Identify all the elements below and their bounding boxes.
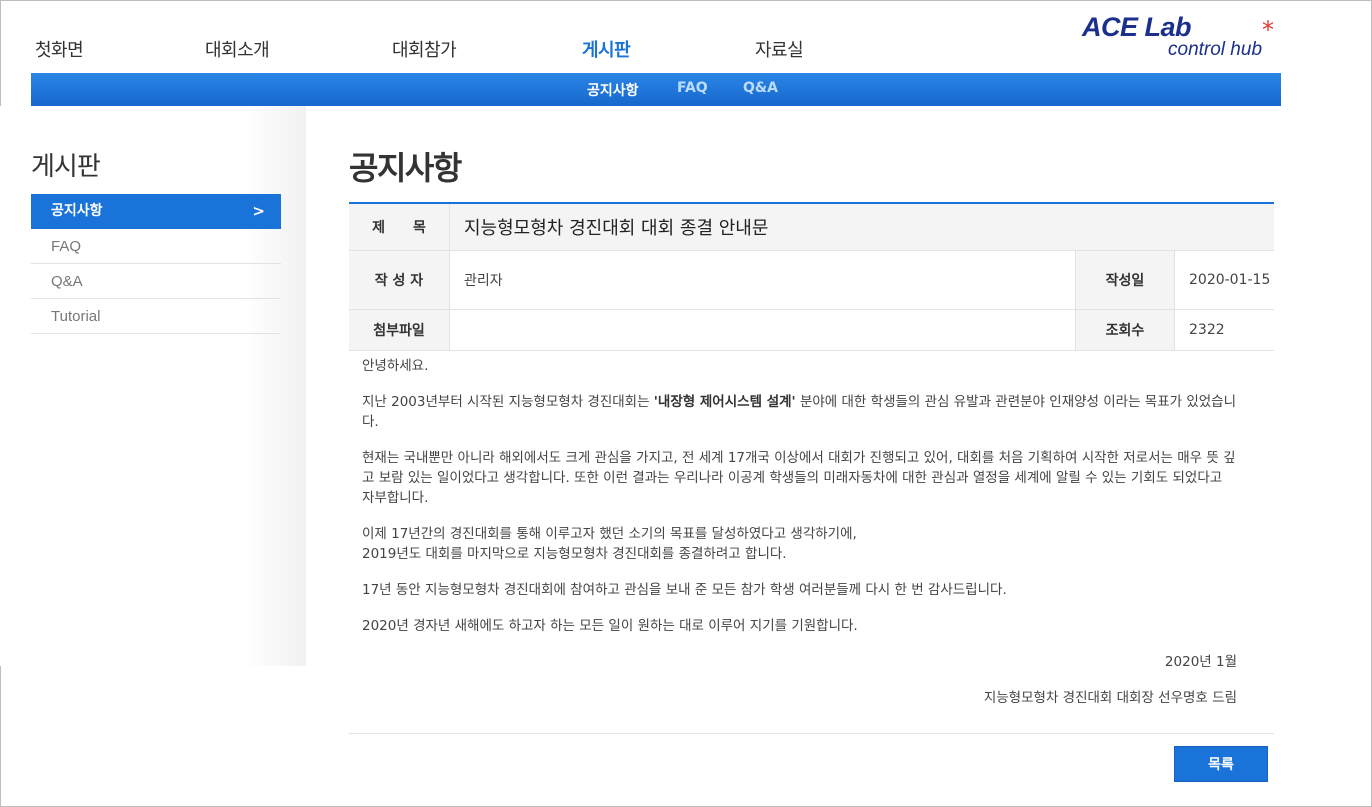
sidebar-item-notice[interactable]: 공지사항 > [31, 194, 281, 229]
date-label: 작성일 [1075, 251, 1175, 309]
body-text: 지난 2003년부터 시작된 지능형모형차 경진대회는 [362, 394, 654, 410]
subnav-item-faq[interactable]: FAQ [677, 80, 708, 96]
sub-nav-bar: 공지사항 FAQ Q&A [31, 73, 1281, 106]
body-emphasis: '내장형 제어시스템 설계' [653, 394, 796, 410]
global-nav: 첫화면 대회소개 대회참가 게시판 자료실 ACE Lab control hu… [0, 0, 1372, 73]
attachment-label: 첨부파일 [349, 310, 450, 350]
body-paragraph: 지난 2003년부터 시작된 지능형모형차 경진대회는 '내장형 제어시스템 설… [362, 392, 1237, 432]
sidebar-item-tutorial[interactable]: Tutorial [31, 299, 281, 334]
subnav-item-qna[interactable]: Q&A [743, 80, 778, 96]
sidebar-item-qna[interactable]: Q&A [31, 264, 281, 299]
nav-item-about[interactable]: 대회소개 [205, 36, 270, 62]
divider [349, 733, 1274, 734]
post-views: 2322 [1189, 322, 1225, 338]
page-title: 공지사항 [349, 149, 462, 187]
sidebar-menu: 공지사항 > FAQ Q&A Tutorial [31, 194, 281, 334]
subject-label: 제 목 [349, 204, 450, 250]
attachment-value [450, 310, 1075, 350]
author-label: 작 성 자 [349, 251, 450, 309]
sidebar-background [0, 106, 306, 666]
body-paragraph: 2020년 경자년 새해에도 하고자 하는 모든 일이 원하는 대로 이루어 지… [362, 618, 858, 634]
logo-star-icon: * [1262, 16, 1274, 44]
list-button[interactable]: 목록 [1174, 746, 1268, 782]
logo-subtitle: control hub [1168, 39, 1263, 60]
nav-item-participate[interactable]: 대회참가 [392, 36, 457, 62]
sign-name: 지능형모형차 경진대회 대회장 선우명호 드림 [983, 690, 1237, 706]
body-text: 2019년도 대회를 마지막으로 지능형모형차 경진대회를 종결하려고 합니다. [362, 546, 787, 562]
nav-item-home[interactable]: 첫화면 [35, 36, 84, 62]
subject-row: 제 목 지능형모형차 경진대회 대회 종결 안내문 [349, 204, 1274, 251]
author-row: 작 성 자 관리자 작성일 2020-01-15 [349, 251, 1274, 310]
sidebar-item-faq[interactable]: FAQ [31, 229, 281, 264]
nav-item-board[interactable]: 게시판 [582, 36, 631, 62]
body-paragraph: 안녕하세요. [362, 358, 429, 374]
nav-item-archive[interactable]: 자료실 [755, 36, 804, 62]
attachment-row: 첨부파일 조회수 2322 [349, 310, 1274, 351]
sidebar-title: 게시판 [31, 152, 101, 182]
body-paragraph: 17년 동안 지능형모형차 경진대회에 참여하고 관심을 보내 준 모든 참가 … [362, 582, 1007, 598]
subnav-item-notice[interactable]: 공지사항 [587, 80, 639, 100]
views-label: 조회수 [1075, 310, 1175, 350]
sign-date: 2020년 1월 [1164, 654, 1237, 670]
site-logo[interactable]: ACE Lab control hub * [1082, 12, 1282, 60]
body-paragraph: 이제 17년간의 경진대회를 통해 이루고자 했던 소기의 목표를 달성하였다고… [362, 524, 1237, 564]
body-text: 이제 17년간의 경진대회를 통해 이루고자 했던 소기의 목표를 달성하였다고… [362, 526, 857, 542]
post-body: 안녕하세요. 지난 2003년부터 시작된 지능형모형차 경진대회는 '내장형 … [362, 356, 1237, 724]
body-paragraph: 현재는 국내뿐만 아니라 해외에서도 크게 관심을 가지고, 전 세계 17개국… [362, 450, 1236, 506]
chevron-right-icon: > [252, 202, 265, 220]
post-info-table: 제 목 지능형모형차 경진대회 대회 종결 안내문 작 성 자 관리자 작성일 … [349, 202, 1274, 351]
sidebar-item-label: 공지사항 [51, 203, 103, 219]
post-author: 관리자 [464, 273, 503, 289]
post-date: 2020-01-15 [1189, 272, 1271, 288]
post-subject: 지능형모형차 경진대회 대회 종결 안내문 [464, 218, 769, 239]
